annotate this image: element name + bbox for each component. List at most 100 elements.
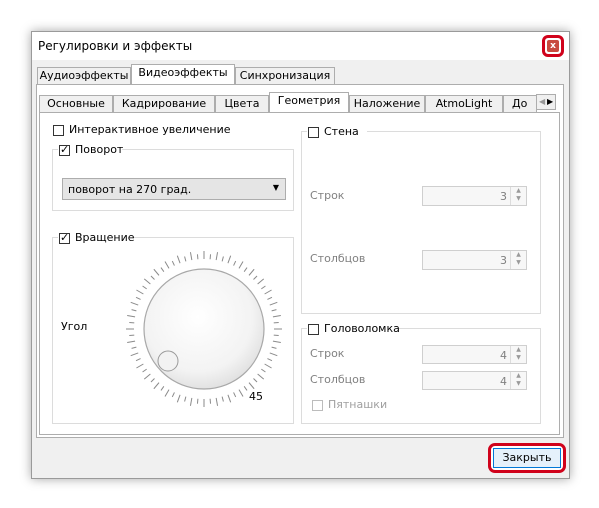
- dial-tick: [272, 340, 281, 344]
- close-window-button[interactable]: x: [542, 35, 564, 57]
- rotation-dial[interactable]: [122, 247, 286, 411]
- dial-tick: [269, 301, 278, 306]
- tab-more[interactable]: До: [503, 95, 537, 113]
- dial-tick: [136, 289, 144, 295]
- geometry-page: Интерактивное увеличение поворот на 270 …: [39, 112, 560, 435]
- spin-arrows-icon[interactable]: ▲ ▼: [510, 372, 526, 389]
- spin-arrows-icon[interactable]: ▲ ▼: [510, 187, 526, 205]
- puzzle-checkbox[interactable]: [308, 324, 319, 335]
- tab-crop[interactable]: Кадрирование: [113, 95, 215, 113]
- spin-arrows-icon[interactable]: ▲ ▼: [510, 346, 526, 363]
- puzzle-cols-value: 4: [500, 375, 507, 388]
- dial-tick: [143, 278, 151, 285]
- dial-tick: [189, 252, 193, 261]
- dial-tick: [233, 260, 237, 266]
- dial-tick: [160, 267, 165, 272]
- dial-tick: [267, 358, 273, 362]
- tab-basic[interactable]: Основные: [39, 95, 113, 113]
- wall-label: Стена: [324, 125, 359, 138]
- dial-tick: [257, 373, 265, 380]
- dial-tick: [143, 373, 151, 380]
- dial-tick: [176, 255, 181, 264]
- scroll-right-icon[interactable]: ▶: [547, 97, 553, 106]
- dial-tick: [131, 309, 137, 312]
- wall-cols-value: 3: [500, 254, 507, 267]
- puzzle-legend: Головоломка: [307, 322, 400, 336]
- dial-tick: [153, 382, 160, 390]
- dial-tick: [261, 285, 266, 290]
- tab-colors[interactable]: Цвета: [215, 95, 269, 113]
- fifteen-checkbox[interactable]: [312, 400, 323, 411]
- dial-tick: [160, 386, 165, 391]
- dial-tick: [227, 255, 232, 264]
- tab-overlay[interactable]: Наложение: [349, 95, 425, 113]
- wall-rows-value: 3: [500, 190, 507, 203]
- wall-group: Строк 3 ▲ ▼ Столбцов 3 ▲ ▼: [301, 131, 541, 314]
- window-title: Регулировки и эффекты: [38, 39, 193, 53]
- effects-dialog: Регулировки и эффекты x Аудиоэффекты Вид…: [31, 31, 570, 479]
- rotation-checkbox[interactable]: [59, 231, 70, 244]
- puzzle-cols-label: Столбцов: [310, 373, 366, 386]
- puzzle-rows-label: Строк: [310, 347, 345, 360]
- dial-tick: [142, 285, 147, 290]
- dial-tick: [184, 256, 187, 262]
- tab-video-effects[interactable]: Видеоэффекты: [131, 64, 235, 85]
- rotate-legend: Поворот: [58, 143, 123, 157]
- dial-tick: [189, 397, 193, 406]
- dial-tick: [233, 392, 237, 398]
- tab-audio-effects[interactable]: Аудиоэффекты: [37, 67, 131, 85]
- dial-tick: [221, 396, 224, 402]
- puzzle-rows-value: 4: [500, 349, 507, 362]
- dial-tick: [243, 267, 248, 272]
- title-bar: Регулировки и эффекты x: [32, 32, 569, 60]
- rotation-legend: Вращение: [58, 231, 135, 245]
- wall-legend: Стена: [307, 125, 367, 139]
- rotate-group: поворот на 270 град. ▼: [52, 149, 294, 211]
- close-button[interactable]: Закрыть: [493, 448, 561, 468]
- dial-tick: [127, 314, 136, 318]
- rotation-label: Вращение: [75, 231, 135, 244]
- dial-tick: [257, 278, 265, 285]
- rotate-checkbox[interactable]: [59, 143, 70, 156]
- interactive-zoom-checkbox[interactable]: [53, 125, 64, 136]
- puzzle-rows-spinbox[interactable]: 4 ▲ ▼: [422, 345, 527, 364]
- wall-cols-label: Столбцов: [310, 252, 366, 265]
- wall-checkbox[interactable]: [308, 127, 319, 138]
- fifteen-label: Пятнашки: [328, 398, 388, 411]
- dial-tick: [171, 392, 175, 398]
- dial-tick: [135, 358, 141, 362]
- dial-handle[interactable]: [157, 350, 179, 372]
- tab-geometry[interactable]: Геометрия: [269, 92, 349, 113]
- spin-arrows-icon[interactable]: ▲ ▼: [510, 251, 526, 269]
- dial-tick: [150, 378, 155, 383]
- interactive-zoom-label: Интерактивное увеличение: [69, 123, 231, 136]
- dial-tick: [164, 389, 170, 397]
- dial-tick: [238, 389, 244, 397]
- scroll-left-icon[interactable]: ◀: [539, 97, 545, 106]
- dial-tick: [171, 260, 175, 266]
- wall-cols-spinbox[interactable]: 3 ▲ ▼: [422, 250, 527, 270]
- dial-tick: [248, 382, 255, 390]
- tab-synchronization[interactable]: Синхронизация: [235, 67, 335, 85]
- dial-tick: [142, 368, 147, 373]
- tab-scroll-buttons: ◀ ▶: [536, 94, 556, 110]
- dial-tick: [269, 352, 278, 357]
- dial-tick: [153, 268, 160, 276]
- dial-tick: [271, 309, 277, 312]
- wall-rows-spinbox[interactable]: 3 ▲ ▼: [422, 186, 527, 206]
- dial-tick: [264, 363, 272, 369]
- wall-rows-label: Строк: [310, 189, 345, 202]
- dial-tick: [221, 256, 224, 262]
- dial-tick: [131, 346, 137, 349]
- rotate-selected-value: поворот на 270 град.: [68, 183, 192, 196]
- dial-tick: [267, 296, 273, 300]
- puzzle-cols-spinbox[interactable]: 4 ▲ ▼: [422, 371, 527, 390]
- dial-tick: [136, 363, 144, 369]
- dial-tick: [135, 296, 141, 300]
- dial-knob[interactable]: [143, 268, 265, 390]
- rotate-dropdown[interactable]: поворот на 270 град. ▼: [62, 178, 286, 200]
- dial-tick: [253, 378, 258, 383]
- tab-atmolight[interactable]: AtmoLight: [425, 95, 503, 113]
- angle-label: Угол: [61, 320, 88, 333]
- rotation-group: Угол 45: [52, 237, 294, 424]
